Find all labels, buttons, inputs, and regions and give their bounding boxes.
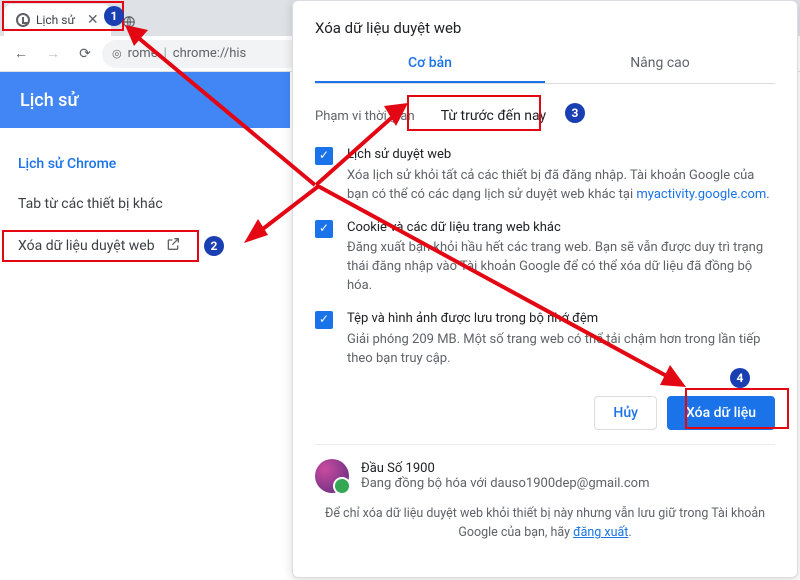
dialog-footer: Để chỉ xóa dữ liệu duyệt web khỏi thiết … [315,505,775,543]
option-desc: Xóa lịch sử khỏi tất cả các thiết bị đã … [347,167,775,205]
sidebar-item-label: Xóa dữ liệu duyệt web [18,238,155,254]
annotation-badge-2: 2 [204,236,224,256]
close-tab-icon[interactable]: ✕ [87,12,99,28]
option-title: Lịch sử duyệt web [347,146,775,165]
page-title: Lịch sử [0,72,290,128]
browser-tab-history[interactable]: Lịch sử ✕ [4,4,111,36]
tab-basic[interactable]: Cơ bản [315,45,545,83]
option-cookies[interactable]: ✓ Cookie và các dữ liệu trang web khác Đ… [315,219,775,296]
address-bar[interactable]: ◎ rome | chrome://his [102,40,302,68]
tab-title: Lịch sử [36,13,75,27]
sidebar-item-clear-data[interactable]: Xóa dữ liệu duyệt web [0,224,290,268]
dialog-tabs: Cơ bản Nâng cao [315,45,775,84]
clear-options: ✓ Lịch sử duyệt web Xóa lịch sử khỏi tất… [315,146,775,368]
clear-browsing-data-dialog: Xóa dữ liệu duyệt web Cơ bản Nâng cao Ph… [292,0,798,578]
sidebar-item-chrome-history[interactable]: Lịch sử Chrome [0,144,290,184]
option-browsing-history[interactable]: ✓ Lịch sử duyệt web Xóa lịch sử khỏi tất… [315,146,775,205]
account-row: Đầu Số 1900 Đang đồng bộ hóa với dauso19… [315,459,775,493]
dialog-buttons: Hủy Xóa dữ liệu [315,386,775,445]
option-cache[interactable]: ✓ Tệp và hình ảnh được lưu trong bộ nhớ … [315,310,775,369]
account-status: Đang đồng bộ hóa với dauso1900dep@gmail.… [361,476,649,491]
clear-data-button[interactable]: Xóa dữ liệu [667,396,775,430]
tab-advanced[interactable]: Nâng cao [545,45,775,83]
cancel-button[interactable]: Hủy [594,396,657,430]
history-sidebar: Lịch sử Chrome Tab từ các thiết bị khác … [0,128,290,284]
chrome-icon: ◎ [112,47,122,60]
option-title: Cookie và các dữ liệu trang web khác [347,219,775,238]
annotation-badge-4: 4 [730,368,750,388]
option-desc: Đăng xuất bạn khỏi hầu hết các trang web… [347,239,775,296]
checkbox-cookies[interactable]: ✓ [315,220,333,238]
annotation-badge-3: 3 [565,103,585,123]
history-icon [16,13,30,27]
sidebar-item-other-devices[interactable]: Tab từ các thiết bị khác [0,184,290,224]
account-name: Đầu Số 1900 [361,461,649,476]
forward-button[interactable]: → [38,39,68,69]
sign-out-link[interactable]: đăng xuất [573,525,628,540]
annotation-badge-1: 1 [104,6,124,26]
external-link-icon [165,236,181,256]
time-range-select[interactable]: Từ trước đến nay [431,102,557,130]
myactivity-link[interactable]: myactivity.google.com [636,187,766,202]
time-range-value: Từ trước đến nay [441,108,547,124]
avatar [315,459,349,493]
back-button[interactable]: ← [6,39,36,69]
checkbox-browsing-history[interactable]: ✓ [315,147,333,165]
time-range-label: Phạm vi thời gian [315,109,415,124]
option-title: Tệp và hình ảnh được lưu trong bộ nhớ đệ… [347,310,775,329]
time-range-row: Phạm vi thời gian Từ trước đến nay ▼ [315,102,775,130]
url-host: rome [128,46,158,61]
option-desc: Giải phóng 209 MB. Một số trang web có t… [347,331,775,369]
dialog-title: Xóa dữ liệu duyệt web [315,19,775,37]
checkbox-cache[interactable]: ✓ [315,311,333,329]
url-path: chrome://his [173,46,246,61]
reload-button[interactable]: ⟳ [70,39,100,69]
